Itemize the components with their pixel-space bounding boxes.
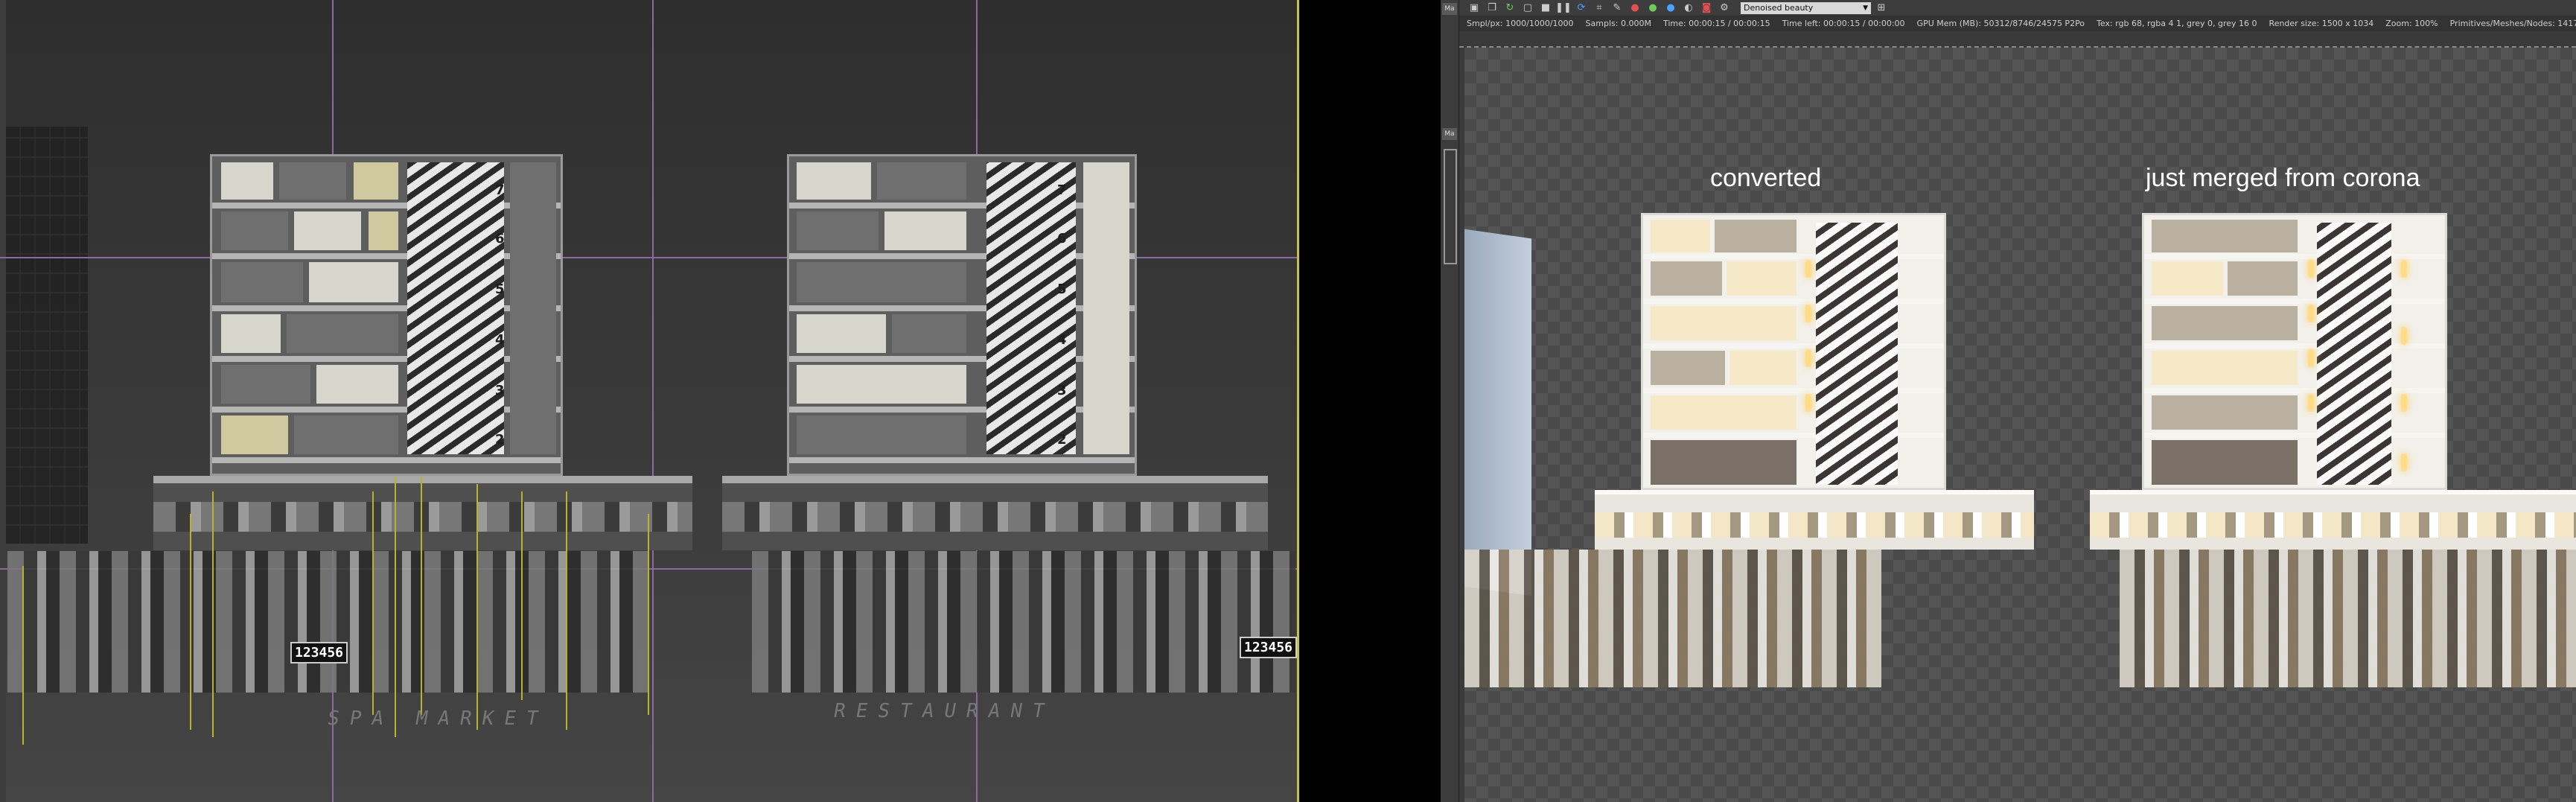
caption-merged: just merged from corona (2146, 164, 2420, 192)
floor-number: 5 (495, 281, 505, 297)
light-helper (566, 491, 567, 730)
clear-icon[interactable]: ▢ (1520, 1, 1535, 15)
camera-icon[interactable]: ◙ (1699, 1, 1714, 15)
color-picker-icon[interactable]: ✎ (1610, 1, 1625, 15)
light-helper (372, 491, 374, 715)
stat-samples-per-pixel: Smpl/px: 1000/1000/1000 (1467, 19, 1574, 28)
lock-icon[interactable]: ⊞ (1874, 1, 1889, 15)
light-helper (476, 484, 478, 730)
copy-icon[interactable]: ❐ (1485, 1, 1499, 15)
unit-sign-right: 123456 (1240, 637, 1298, 658)
render-building-left (1641, 213, 1946, 490)
light-helper (395, 477, 396, 737)
floor-number: 2 (495, 432, 505, 448)
stop-icon[interactable]: ■ (1538, 1, 1553, 15)
blue-channel-icon[interactable]: ● (1663, 1, 1678, 15)
light-helper (421, 477, 422, 715)
window-gap (1299, 0, 1441, 802)
render-ground-left (1464, 550, 1881, 687)
refresh-icon[interactable]: ↻ (1502, 1, 1517, 15)
caption-converted: converted (1710, 164, 1822, 192)
floor-number: 4 (1057, 332, 1067, 348)
floor-label-left: SPA MARKET (325, 707, 551, 730)
light-helper (22, 566, 24, 745)
light-helper (521, 491, 523, 700)
background-tower (6, 127, 88, 544)
stat-render-size: Render size: 1500 x 1034 (2269, 19, 2374, 28)
alpha-channel-icon[interactable]: ◐ (1681, 1, 1696, 15)
viewport-left-edge (0, 0, 6, 802)
floor-number: 5 (1057, 281, 1067, 297)
floor-label-right: RESTAURANT (832, 700, 1057, 722)
stat-textures: Tex: rgb 68, rgba 4 1, grey 0, grey 16 0 (2097, 19, 2257, 28)
stat-primitives: Primitives/Meshes/Nodes: 14178/4/13620 (2449, 19, 2576, 28)
rerender-icon[interactable]: ⟳ (1574, 1, 1589, 15)
podium-left[interactable] (153, 476, 692, 550)
history-thumbnail[interactable] (1444, 149, 1457, 264)
frame-buffer-window: ▣ ❐ ↻ ▢ ■ ❚❚ ⟳ ⌗ ✎ ● ● ● ◐ ◙ ⚙ Denoised … (1459, 0, 2576, 802)
floor-number: 3 (1057, 383, 1067, 398)
stat-samples: Sampls: 0.000M (1585, 19, 1651, 28)
render-stats-bar: Smpl/px: 1000/1000/1000 Sampls: 0.000M T… (1459, 16, 2576, 31)
side-building (1464, 229, 1531, 596)
unit-sign-left: 123456 (290, 642, 348, 663)
floor-number: 6 (1057, 231, 1067, 246)
panel-tab[interactable]: Ma (1442, 128, 1457, 140)
channel-select[interactable]: Denoised beauty ▼ (1741, 1, 1871, 14)
green-channel-icon[interactable]: ● (1645, 1, 1660, 15)
floor-number: 3 (495, 383, 505, 398)
rendered-image[interactable]: converted just merged from corona (1464, 48, 2576, 802)
stat-time: Time: 00:00:15 / 00:00:15 (1662, 19, 1770, 28)
chevron-down-icon: ▼ (1863, 4, 1868, 12)
floor-number: 7 (1057, 182, 1067, 198)
channel-select-value: Denoised beauty (1744, 2, 1814, 13)
save-icon[interactable]: ▣ (1467, 1, 1482, 15)
building-left[interactable]: 7 6 5 4 3 2 (210, 154, 563, 476)
floor-number: 4 (495, 332, 505, 348)
floor-number: 7 (495, 182, 505, 198)
render-podium-right (2090, 490, 2576, 550)
render-ground-right (2120, 550, 2576, 687)
light-helper (190, 514, 191, 730)
render-building-right (2142, 213, 2447, 490)
stat-gpu-mem: GPU Mem (MB): 50312/8746/24575 P2Po (1916, 19, 2085, 28)
stat-time-left: Time left: 00:00:15 / 00:00:00 (1782, 19, 1905, 28)
vfb-toolbar: ▣ ❐ ↻ ▢ ■ ❚❚ ⟳ ⌗ ✎ ● ● ● ◐ ◙ ⚙ Denoised … (1459, 0, 2576, 16)
settings-icon[interactable]: ⚙ (1717, 1, 1732, 15)
pause-icon[interactable]: ❚❚ (1555, 1, 1572, 15)
ground-interiors-left[interactable] (7, 551, 648, 693)
light-helper (212, 491, 214, 737)
render-podium-left (1595, 490, 2034, 550)
stat-zoom: Zoom: 100% (2385, 19, 2438, 28)
ground-interiors-right[interactable] (752, 551, 1295, 693)
floor-number: 6 (495, 231, 505, 246)
region-icon[interactable]: ⌗ (1592, 1, 1607, 15)
floor-number: 2 (1057, 432, 1067, 448)
light-helper (648, 514, 649, 715)
building-right[interactable]: 7 6 5 4 3 2 (787, 154, 1137, 476)
podium-right[interactable] (722, 476, 1268, 550)
3d-viewport[interactable]: 7 6 5 4 3 2 7 6 5 4 3 2 123456 123456 SP… (0, 0, 1299, 802)
red-channel-icon[interactable]: ● (1627, 1, 1642, 15)
guide-line-vertical (652, 0, 654, 802)
vfb-side-panel[interactable]: Ma Ma (1441, 0, 1459, 802)
panel-tab[interactable]: Ma (1442, 3, 1457, 15)
